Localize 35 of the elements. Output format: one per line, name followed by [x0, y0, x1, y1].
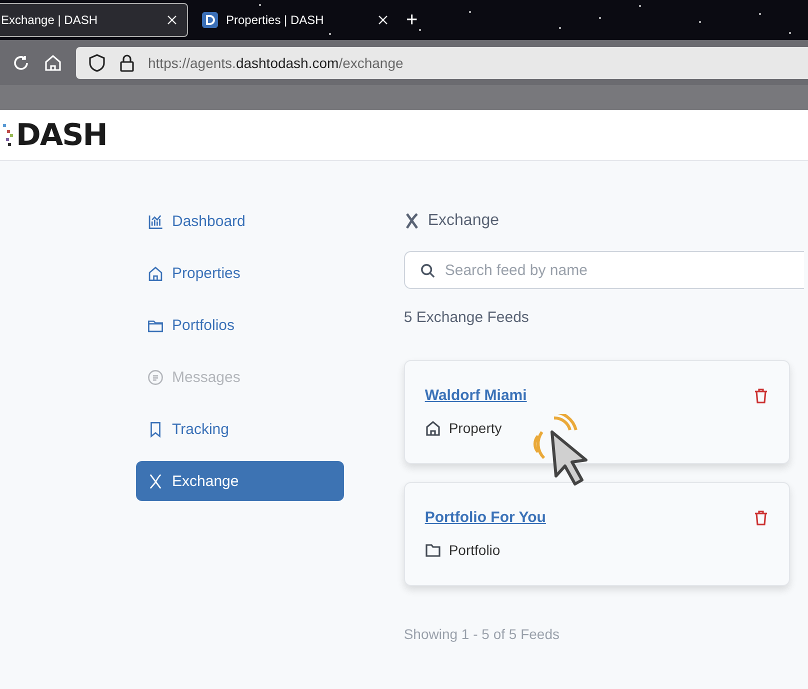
browser-tab[interactable]: Properties | DASH	[188, 3, 398, 37]
url-text: https://agents.dashtodash.com/exchange	[148, 54, 404, 70]
feed-link[interactable]: Waldorf Miami	[424, 387, 527, 404]
shield-icon	[88, 54, 106, 72]
logo[interactable]: DASH	[16, 118, 107, 152]
delete-icon[interactable]	[752, 388, 769, 404]
address-bar[interactable]: https://agents.dashtodash.com/exchange	[76, 46, 808, 78]
home-icon[interactable]	[44, 54, 62, 72]
search-icon	[420, 263, 435, 278]
lock-icon	[118, 54, 136, 72]
folder-icon	[424, 542, 441, 558]
feed-link[interactable]: Portfolio For You	[424, 509, 546, 526]
feed-type: Property	[448, 420, 502, 436]
sidebar-item[interactable]: Portfolios	[136, 305, 344, 345]
message-icon	[147, 368, 164, 386]
search-field[interactable]: Search feed by name	[404, 251, 804, 289]
browser-tab[interactable]: Exchange | DASH	[0, 3, 188, 37]
close-icon[interactable]	[378, 15, 388, 25]
page-title: Exchange	[428, 212, 500, 230]
sidebar-item[interactable]: Exchange	[136, 461, 344, 501]
chart-icon	[147, 212, 164, 230]
delete-icon[interactable]	[752, 510, 769, 526]
reload-icon[interactable]	[12, 54, 30, 72]
favicon-icon	[202, 12, 218, 28]
home-icon	[147, 264, 164, 282]
logo-dots-icon	[2, 122, 14, 148]
close-icon[interactable]	[167, 15, 177, 25]
new-tab-button[interactable]: +	[406, 8, 418, 32]
home-icon	[424, 420, 441, 436]
feed-count: 5 Exchange Feeds	[404, 309, 530, 326]
sidebar-item[interactable]: Dashboard	[136, 201, 344, 241]
sidebar-item[interactable]: Tracking	[136, 409, 344, 449]
sidebar-item[interactable]: Properties	[136, 253, 344, 293]
pagination-text: Showing 1 - 5 of 5 Feeds	[404, 626, 560, 642]
feed-type: Portfolio	[448, 542, 500, 558]
